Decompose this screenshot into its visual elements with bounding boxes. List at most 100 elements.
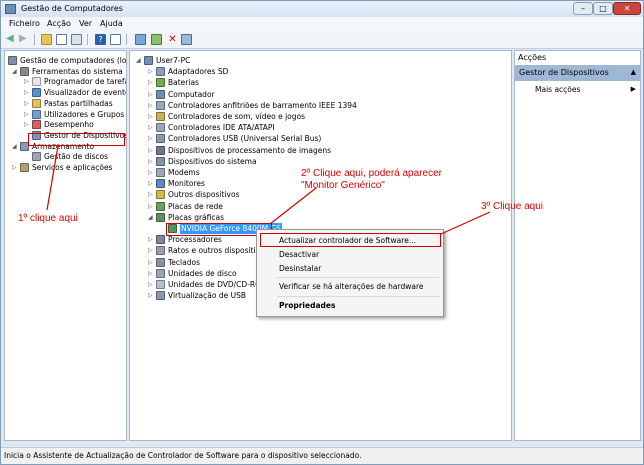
device-tree-item[interactable]: ◢ User7-PC: [130, 55, 511, 66]
show-hide-tree-icon[interactable]: [56, 34, 67, 45]
collapsed-arrow-icon[interactable]: ▷: [24, 109, 29, 120]
collapsed-arrow-icon[interactable]: ▷: [148, 245, 153, 256]
left-tree-item[interactable]: ▷ Serviços e aplicações: [5, 162, 126, 173]
left-tree-item[interactable]: ▷ Programador de tarefas: [5, 76, 126, 87]
collapsed-arrow-icon[interactable]: ▷: [148, 111, 153, 122]
performance-icon: [32, 120, 41, 130]
collapsed-arrow-icon[interactable]: ▷: [148, 167, 153, 178]
back-icon[interactable]: ◀: [6, 34, 17, 45]
device-tree-label: Controladores IDE ATA/ATAPI: [168, 123, 275, 133]
left-tree-pane: Gestão de computadores (loca ◢ Ferramentas…: [4, 50, 127, 441]
device-tree-item[interactable]: ▷ Dispositivos de processamento de imagen…: [130, 145, 511, 156]
toolbar-separator: [34, 34, 35, 45]
collapsed-arrow-icon[interactable]: ▷: [148, 156, 153, 167]
update-driver-icon[interactable]: [151, 34, 162, 45]
collapsed-arrow-icon[interactable]: ▷: [24, 76, 29, 87]
unknown-device-icon: [156, 190, 165, 200]
collapsed-arrow-icon[interactable]: ▷: [148, 89, 153, 100]
device-tree-label: Virtualização de USB: [168, 291, 246, 301]
collapsed-arrow-icon[interactable]: ▷: [12, 162, 17, 173]
chevron-up-icon[interactable]: ▲: [631, 68, 636, 76]
left-tree-label: Gestão de computadores (loca: [20, 56, 127, 65]
device-tree-item[interactable]: ▷ Controladores de som, vídeo e jogos: [130, 111, 511, 122]
minimize-button[interactable]: –: [573, 2, 593, 15]
device-tree-label: Placas de rede: [168, 201, 223, 211]
collapsed-arrow-icon[interactable]: ▷: [24, 87, 29, 98]
menu-disable[interactable]: Desactivar: [279, 250, 319, 259]
device-tree-item[interactable]: ▷ Outros dispositivos: [130, 189, 511, 200]
expanded-arrow-icon[interactable]: ◢: [148, 212, 153, 223]
left-tree-item[interactable]: Gestão de computadores (loca: [5, 55, 126, 66]
menu-ficheiro[interactable]: Ficheiro: [9, 19, 40, 28]
device-tree-item[interactable]: ▷ Baterias: [130, 77, 511, 88]
properties-icon[interactable]: [71, 34, 82, 45]
collapsed-arrow-icon[interactable]: ▷: [148, 189, 153, 200]
collapsed-arrow-icon[interactable]: ▷: [24, 98, 29, 109]
device-tree-item[interactable]: ▷ Placas de rede: [130, 201, 511, 212]
collapsed-arrow-icon[interactable]: ▷: [148, 257, 153, 268]
close-button[interactable]: ✕: [613, 2, 641, 15]
disable-icon[interactable]: [181, 34, 192, 45]
expanded-arrow-icon[interactable]: ◢: [12, 141, 17, 152]
help-icon[interactable]: ?: [95, 34, 106, 45]
chevron-right-icon: ▶: [630, 85, 636, 93]
collapsed-arrow-icon[interactable]: ▷: [148, 234, 153, 245]
menu-accao[interactable]: Acção: [47, 19, 71, 28]
more-actions-link[interactable]: Mais acções: [535, 85, 580, 94]
left-tree-item[interactable]: ▷ Pastas partilhadas: [5, 98, 126, 109]
collapsed-arrow-icon[interactable]: ▷: [148, 290, 153, 301]
forward-icon[interactable]: ▶: [19, 34, 30, 45]
collapsed-arrow-icon[interactable]: ▷: [148, 133, 153, 144]
collapsed-arrow-icon[interactable]: ▷: [148, 66, 153, 77]
device-tree-item[interactable]: ▷ Controladores USB (Universal Serial Bus…: [130, 133, 511, 144]
annotation-step1: 1º clique aqui: [18, 213, 78, 224]
left-tree-item[interactable]: Gestão de discos: [5, 151, 126, 162]
maximize-button[interactable]: □: [593, 2, 613, 15]
modem-icon: [156, 168, 165, 177]
device-tree-label: Controladores anfitriões de barramento I…: [168, 100, 357, 110]
expanded-arrow-icon[interactable]: ◢: [136, 55, 141, 66]
menu-ver[interactable]: Ver: [79, 19, 92, 28]
device-tree-item[interactable]: ◢ Placas gráficas: [130, 212, 511, 223]
menu-properties[interactable]: Propriedades: [279, 301, 335, 310]
device-tree-item[interactable]: ▷ Adaptadores SD: [130, 66, 511, 77]
view-icon[interactable]: [110, 34, 121, 45]
uninstall-icon[interactable]: ✕: [167, 34, 178, 45]
collapsed-arrow-icon[interactable]: ▷: [24, 119, 29, 130]
collapsed-arrow-icon[interactable]: ▷: [148, 268, 153, 279]
left-tree-item[interactable]: ▷ Utilizadores e Grupos Lo: [5, 109, 126, 120]
device-tree-item[interactable]: ▷ Dispositivos do sistema: [130, 156, 511, 167]
menu-update-driver[interactable]: Actualizar controlador de Software...: [279, 236, 416, 245]
left-tree-item[interactable]: ▷ Visualizador de eventos: [5, 87, 126, 98]
collapsed-arrow-icon[interactable]: ▷: [148, 279, 153, 290]
scan-hardware-icon[interactable]: [135, 34, 146, 45]
device-tree-label: Controladores de som, vídeo e jogos: [168, 112, 306, 121]
collapsed-arrow-icon[interactable]: ▷: [148, 100, 153, 111]
device-tree-item[interactable]: ▷ Controladores anfitriões de barramento …: [130, 100, 511, 111]
computer-management-icon: [8, 56, 17, 65]
menu-scan-hardware[interactable]: Verificar se há alterações de hardware: [279, 282, 424, 291]
computer-icon: [144, 56, 153, 65]
actions-header: Acções: [515, 51, 640, 66]
collapsed-arrow-icon[interactable]: ▷: [148, 201, 153, 212]
menu-ajuda[interactable]: Ajuda: [100, 19, 123, 28]
device-tree-label: Unidades de DVD/CD-ROM: [168, 280, 268, 289]
up-folder-icon[interactable]: [41, 34, 52, 45]
collapsed-arrow-icon[interactable]: ▷: [148, 77, 153, 88]
collapsed-arrow-icon[interactable]: ▷: [148, 122, 153, 133]
services-icon: [20, 163, 29, 172]
device-tree-label: Baterias: [168, 78, 199, 88]
shared-folder-icon: [32, 98, 41, 108]
device-tree-item[interactable]: ▷ Computador: [130, 89, 511, 100]
left-tree-item[interactable]: ▷ Desempenho: [5, 119, 126, 130]
context-menu: Actualizar controlador de Software... De…: [256, 229, 444, 317]
expanded-arrow-icon[interactable]: ◢: [12, 66, 17, 77]
device-tree-label: Modems: [168, 168, 200, 177]
left-tree-label: Pastas partilhadas: [44, 98, 113, 108]
actions-section-device-manager[interactable]: Gestor de Dispositivos: [515, 65, 640, 81]
device-tree-item[interactable]: ▷ Controladores IDE ATA/ATAPI: [130, 122, 511, 133]
menu-uninstall[interactable]: Desinstalar: [279, 264, 321, 273]
left-tree-item[interactable]: ◢ Ferramentas do sistema: [5, 66, 126, 77]
collapsed-arrow-icon[interactable]: ▷: [148, 178, 153, 189]
collapsed-arrow-icon[interactable]: ▷: [148, 145, 153, 156]
